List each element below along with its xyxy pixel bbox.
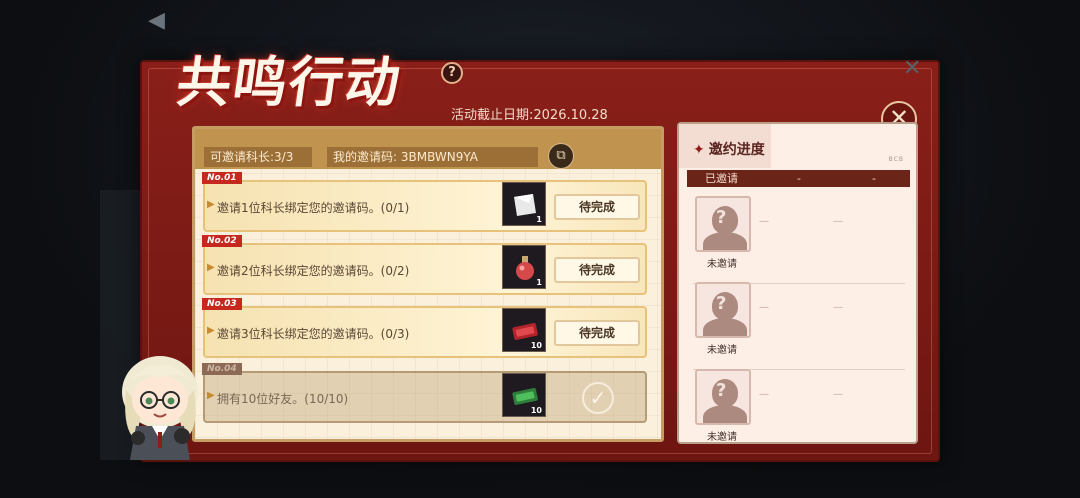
background-close-icon: ✕ (903, 56, 922, 81)
white-card-icon (514, 194, 536, 216)
slot-field: — (833, 216, 843, 227)
slot-status: 未邀请 (707, 345, 737, 356)
task-status-button[interactable]: 待完成 (554, 320, 640, 346)
brand-mark: BCB (888, 156, 904, 163)
invite-progress-panel: ✦邀约进度 BCB 已邀请 - - ? 未邀请 — — ? 未邀请 — — ? (677, 122, 918, 444)
slot-field: — (833, 389, 843, 400)
pointer-icon: ▶ (207, 390, 215, 401)
copy-icon: ⧉ (556, 148, 566, 163)
task-number: No.02 (202, 235, 242, 247)
progress-title: ✦ 邀约进度 (693, 142, 765, 158)
task-number: No.03 (202, 298, 242, 310)
task-row: No.02 ▶ 邀请2位科长绑定您的邀请码。(0/2) 1 待完成 (202, 235, 647, 295)
invited-header-row: 已邀请 - - (687, 170, 910, 187)
reward-quantity: 10 (530, 406, 542, 415)
reward-quantity: 1 (536, 278, 542, 287)
invite-slot[interactable]: ? 未邀请 — — (693, 369, 905, 457)
event-title: 共鸣行动 (172, 50, 406, 114)
slot-field: — (759, 389, 769, 400)
reward-item[interactable]: 1 (502, 182, 546, 226)
red-potion-icon (516, 256, 534, 280)
invited-label: 已邀请 (705, 172, 738, 185)
invites-remaining: 可邀请科长:3/3 (204, 147, 312, 167)
task-description: 邀请1位科长绑定您的邀请码。(0/1) (217, 201, 410, 215)
completed-check-icon: ✓ (582, 382, 614, 414)
task-row: No.03 ▶ 邀请3位科长绑定您的邀请码。(0/3) 10 待完成 (202, 298, 647, 358)
unknown-avatar-icon: ? (695, 282, 751, 338)
task-number: No.01 (202, 172, 242, 184)
slot-field: — (759, 302, 769, 313)
game-screen: ◀ ✕ 共鸣行动 ? 活动截止日期:2026.10.28 ✕ 可邀请科长:3/3… (0, 0, 1080, 498)
task-row: No.01 ▶ 邀请1位科长绑定您的邀请码。(0/1) 1 待完成 (202, 172, 647, 232)
reward-item[interactable]: 10 (502, 308, 546, 352)
help-icon[interactable]: ? (441, 62, 463, 84)
task-description: 拥有10位好友。(10/10) (217, 392, 349, 406)
column-2: - (872, 172, 876, 185)
unknown-avatar-icon: ? (695, 369, 751, 425)
pointer-icon: ▶ (207, 199, 215, 210)
copy-code-button[interactable]: ⧉ (548, 143, 574, 169)
reward-quantity: 1 (536, 215, 542, 224)
invite-slot[interactable]: ? 未邀请 — — (693, 196, 905, 284)
unknown-avatar-icon: ? (695, 196, 751, 252)
task-status-button[interactable]: 待完成 (554, 257, 640, 283)
reward-item[interactable]: 1 (502, 245, 546, 289)
slot-status: 未邀请 (707, 432, 737, 443)
pointer-icon: ▶ (207, 262, 215, 273)
reward-item[interactable]: 10 (502, 373, 546, 417)
task-description: 邀请3位科长绑定您的邀请码。(0/3) (217, 327, 410, 341)
my-invite-code: 我的邀请码: 3BMBWN9YA (327, 147, 538, 167)
column-1: - (797, 172, 801, 185)
slot-status: 未邀请 (707, 259, 737, 270)
slot-field: — (759, 216, 769, 227)
event-deadline: 活动截止日期:2026.10.28 (451, 108, 608, 123)
star-icon: ✦ (693, 142, 705, 158)
pointer-icon: ▶ (207, 325, 215, 336)
task-description: 邀请2位科长绑定您的邀请码。(0/2) (217, 264, 410, 278)
task-row: No.04 ▶ 拥有10位好友。(10/10) 10 ✓ (202, 363, 647, 423)
slot-field: — (833, 302, 843, 313)
back-arrow-icon: ◀ (148, 8, 165, 33)
invite-slot[interactable]: ? 未邀请 — — (693, 282, 905, 370)
chibi-mascot-character (122, 356, 198, 460)
reward-quantity: 10 (530, 341, 542, 350)
task-status-button[interactable]: 待完成 (554, 194, 640, 220)
